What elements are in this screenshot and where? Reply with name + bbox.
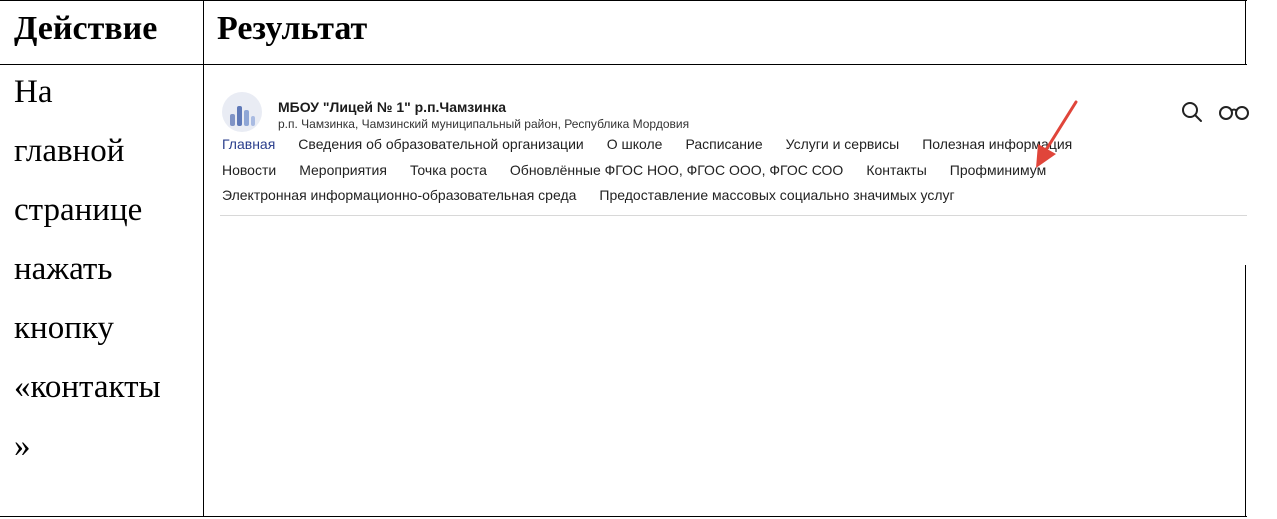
nav-item-public-services[interactable]: Предоставление массовых социально значим… xyxy=(599,187,954,203)
table-border-header xyxy=(0,64,1247,65)
action-line: нажать xyxy=(14,251,113,287)
website-screenshot: МБОУ "Лицей № 1" р.п.Чамзинка р.п. Чамзи… xyxy=(220,90,1250,250)
nav-item-home[interactable]: Главная xyxy=(222,136,275,152)
org-name[interactable]: МБОУ "Лицей № 1" р.п.Чамзинка xyxy=(278,99,506,115)
action-line: кнопку xyxy=(14,310,114,346)
table-border-right-body xyxy=(1245,265,1246,517)
site-divider xyxy=(220,215,1247,216)
nav-item-e-environment[interactable]: Электронная информационно-образовательна… xyxy=(222,187,576,203)
nav-row-1: Главная Сведения об образовательной орган… xyxy=(222,136,1095,152)
action-line: » xyxy=(14,428,31,464)
table-border-middle xyxy=(203,0,204,517)
nav-item-news[interactable]: Новости xyxy=(222,162,276,178)
table-border-top xyxy=(0,0,1247,1)
nav-item-schedule[interactable]: Расписание xyxy=(685,136,762,152)
table-border-right-header xyxy=(1245,0,1246,64)
nav-item-growth-point[interactable]: Точка роста xyxy=(410,162,487,178)
logo xyxy=(222,92,262,132)
org-address: р.п. Чамзинка, Чамзинский муниципальный … xyxy=(278,117,690,131)
nav-item-contacts[interactable]: Контакты xyxy=(866,162,926,178)
nav-item-info[interactable]: Сведения об образовательной организации xyxy=(298,136,583,152)
instruction-table: Действие Результат На главной странице н… xyxy=(0,0,1247,517)
action-line: главной xyxy=(14,133,125,169)
header-result: Результат xyxy=(217,10,368,47)
nav-item-about[interactable]: О школе xyxy=(607,136,663,152)
action-line: странице xyxy=(14,192,143,228)
glasses-icon[interactable] xyxy=(1218,102,1250,122)
action-cell: На главной странице нажать кнопку «конта… xyxy=(14,74,161,487)
nav-item-services[interactable]: Услуги и сервисы xyxy=(786,136,900,152)
nav-row-3: Электронная информационно-образовательна… xyxy=(222,187,978,203)
action-line: На xyxy=(14,74,53,110)
search-icon[interactable] xyxy=(1180,100,1204,124)
nav-item-fgos[interactable]: Обновлённые ФГОС НОО, ФГОС ООО, ФГОС СОО xyxy=(510,162,843,178)
action-line: «контакты xyxy=(14,369,161,405)
nav-item-events[interactable]: Мероприятия xyxy=(299,162,387,178)
table-border-bottom xyxy=(0,516,1247,517)
nav-row-2: Новости Мероприятия Точка роста Обновлённые… xyxy=(222,162,1069,178)
annotation-arrow-icon xyxy=(1036,100,1078,168)
header-action: Действие xyxy=(14,10,158,47)
